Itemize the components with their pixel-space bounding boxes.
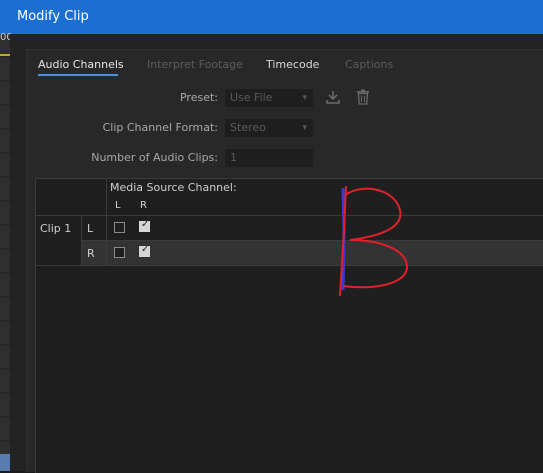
preset-select[interactable]: Use File ▾ xyxy=(225,89,313,107)
dialog-titlebar[interactable]: Modify Clip xyxy=(0,0,543,34)
row-channel-l: L xyxy=(87,222,94,235)
checkbox-l-r[interactable] xyxy=(139,219,150,232)
background-app-strip: 00 xyxy=(0,32,13,471)
channel-matrix: Media Source Channel: L R Clip 1 L R xyxy=(35,178,543,473)
matrix-row-highlight xyxy=(81,240,543,265)
media-source-header: Media Source Channel: xyxy=(110,181,237,194)
download-icon[interactable] xyxy=(325,89,341,108)
checkbox-r-l[interactable] xyxy=(114,247,125,258)
preset-value: Use File xyxy=(230,91,273,104)
modify-clip-dialog: Audio Channels Interpret Footage Timecod… xyxy=(10,34,543,473)
row-channel-r: R xyxy=(87,247,95,260)
chevron-down-icon: ▾ xyxy=(302,123,307,133)
active-tab-underline xyxy=(38,74,118,76)
tab-timecode[interactable]: Timecode xyxy=(266,58,319,71)
chevron-down-icon: ▾ xyxy=(302,93,307,103)
channel-format-label: Clip Channel Format: xyxy=(102,121,218,134)
column-header-l: L xyxy=(115,200,121,211)
channel-format-value: Stereo xyxy=(230,121,266,134)
checkbox-r-r[interactable] xyxy=(139,244,150,257)
channel-format-select[interactable]: Stereo ▾ xyxy=(225,119,313,137)
tab-interpret-footage[interactable]: Interpret Footage xyxy=(147,58,243,71)
preset-label: Preset: xyxy=(179,91,218,104)
tab-audio-channels[interactable]: Audio Channels xyxy=(38,58,124,71)
clip-label: Clip 1 xyxy=(40,222,72,235)
trash-icon[interactable] xyxy=(356,89,370,108)
num-clips-input[interactable]: 1 xyxy=(225,149,313,167)
audio-channels-panel: Audio Channels Interpret Footage Timecod… xyxy=(26,49,543,473)
num-clips-label: Number of Audio Clips: xyxy=(91,151,218,164)
checkbox-l-l[interactable] xyxy=(114,222,125,233)
num-clips-value: 1 xyxy=(230,151,237,164)
column-header-r: R xyxy=(140,200,147,211)
tab-captions[interactable]: Captions xyxy=(345,58,393,71)
dialog-title: Modify Clip xyxy=(17,9,89,24)
